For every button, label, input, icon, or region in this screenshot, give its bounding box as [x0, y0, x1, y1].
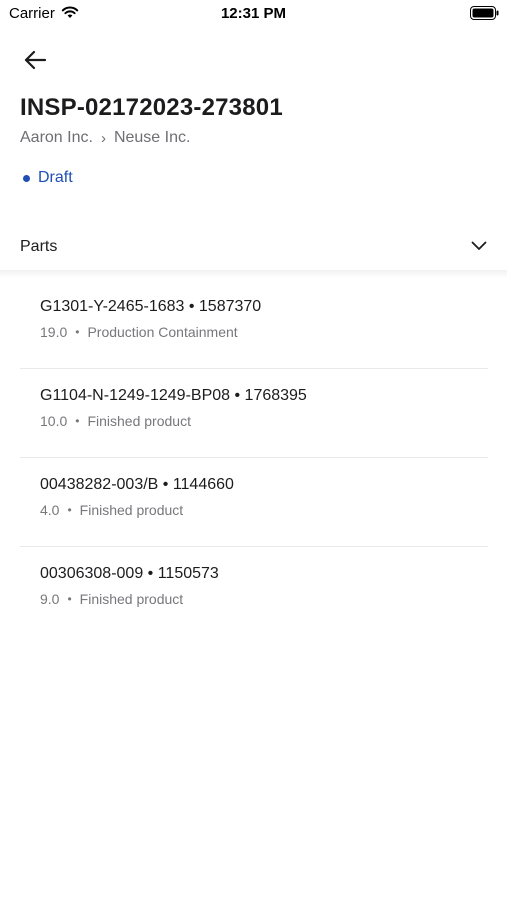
- section-divider: [0, 270, 507, 278]
- list-item[interactable]: 00438282-003/B • 1144660 4.0 • Finished …: [20, 458, 488, 547]
- part-type: Production Containment: [87, 324, 238, 340]
- part-quantity: 4.0: [40, 502, 60, 518]
- list-item[interactable]: G1301-Y-2465-1683 • 1587370 19.0 • Produ…: [20, 280, 488, 369]
- breadcrumb: Aaron Inc. › Neuse Inc.: [20, 129, 190, 147]
- list-item[interactable]: G1104-N-1249-1249-BP08 • 1768395 10.0 • …: [20, 369, 488, 458]
- status-time: 12:31 PM: [220, 5, 287, 22]
- breadcrumb-item: Neuse Inc.: [113, 129, 191, 146]
- breadcrumb-item: Aaron Inc.: [20, 129, 93, 146]
- part-details: 4.0 • Finished product: [40, 502, 184, 518]
- breadcrumb-separator: ›: [100, 129, 106, 147]
- list-item[interactable]: 00306308-009 • 1150573 9.0 • Finished pr…: [20, 547, 488, 635]
- part-quantity: 19.0: [40, 324, 68, 340]
- chevron-down-icon: [471, 238, 487, 256]
- section-title: Parts: [20, 238, 58, 255]
- part-type: Finished product: [87, 413, 191, 429]
- part-details: 10.0 • Finished product: [40, 413, 191, 429]
- part-details: 19.0 • Production Containment: [40, 324, 238, 340]
- part-type: Finished product: [79, 591, 184, 607]
- page-title: INSP-02172023-273801: [20, 94, 283, 121]
- status-label: Draft: [38, 169, 73, 186]
- part-quantity: 10.0: [40, 413, 68, 429]
- parts-section-header[interactable]: Parts: [0, 222, 507, 272]
- status-badge: Draft: [20, 169, 73, 187]
- back-arrow-icon: [24, 50, 46, 70]
- status-dot-icon: [23, 174, 30, 182]
- part-details: 9.0 • Finished product: [40, 591, 184, 607]
- part-title: G1104-N-1249-1249-BP08 • 1768395: [40, 387, 307, 404]
- part-title: 00438282-003/B • 1144660: [40, 476, 234, 493]
- parts-list: G1301-Y-2465-1683 • 1587370 19.0 • Produ…: [20, 280, 488, 635]
- battery-icon: [470, 6, 499, 25]
- part-quantity: 9.0: [40, 591, 60, 607]
- part-type: Finished product: [79, 502, 184, 518]
- part-title: 00306308-009 • 1150573: [40, 565, 219, 582]
- part-title: G1301-Y-2465-1683 • 1587370: [40, 298, 262, 315]
- status-bar: Carrier 12:31 PM: [0, 0, 507, 28]
- back-button[interactable]: [20, 45, 50, 75]
